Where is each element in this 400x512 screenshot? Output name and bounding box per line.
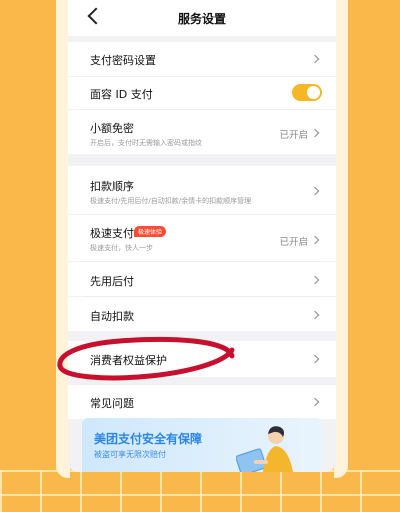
red-circle-annotation xyxy=(57,336,235,381)
